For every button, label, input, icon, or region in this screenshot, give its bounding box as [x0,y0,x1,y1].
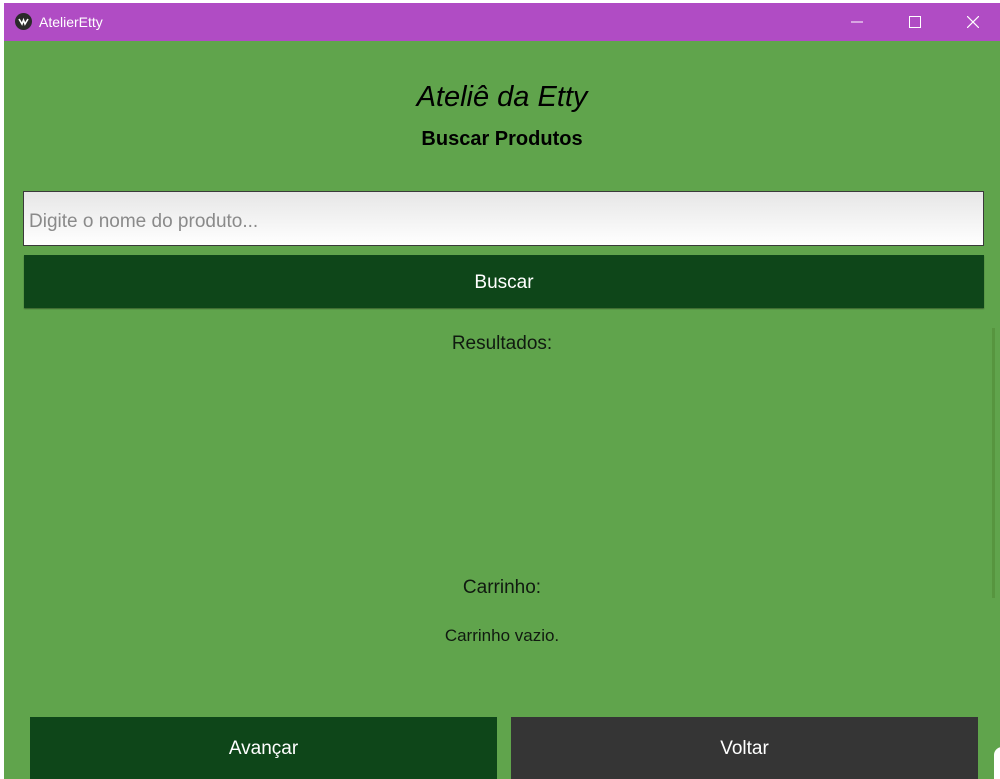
close-button[interactable] [950,3,996,41]
minimize-icon [851,21,863,23]
next-button[interactable]: Avançar [30,717,497,779]
window-title: AtelierEtty [39,14,103,30]
app-title: Ateliê da Etty [416,81,588,113]
kivy-logo-icon [15,13,32,30]
search-input[interactable] [23,191,984,246]
cart-label: Carrinho: [462,577,542,598]
desktop: AtelierEtty Ateliê da Etty Buscar Produt… [0,0,1000,779]
results-list [24,363,984,563]
minimize-button[interactable] [834,3,880,41]
scrollbar[interactable] [992,328,995,598]
search-button[interactable]: Buscar [24,255,984,308]
results-label: Resultados: [451,333,553,354]
cart-status: Carrinho vazio. [444,626,560,645]
maximize-button[interactable] [892,3,938,41]
back-button[interactable]: Voltar [511,717,978,779]
desktop-edge-widget [994,747,1000,779]
maximize-icon [909,16,921,28]
close-icon [967,16,979,28]
page-subtitle: Buscar Produtos [421,128,583,150]
title-bar[interactable]: AtelierEtty [4,3,1000,41]
app-window: AtelierEtty Ateliê da Etty Buscar Produt… [4,3,1000,779]
